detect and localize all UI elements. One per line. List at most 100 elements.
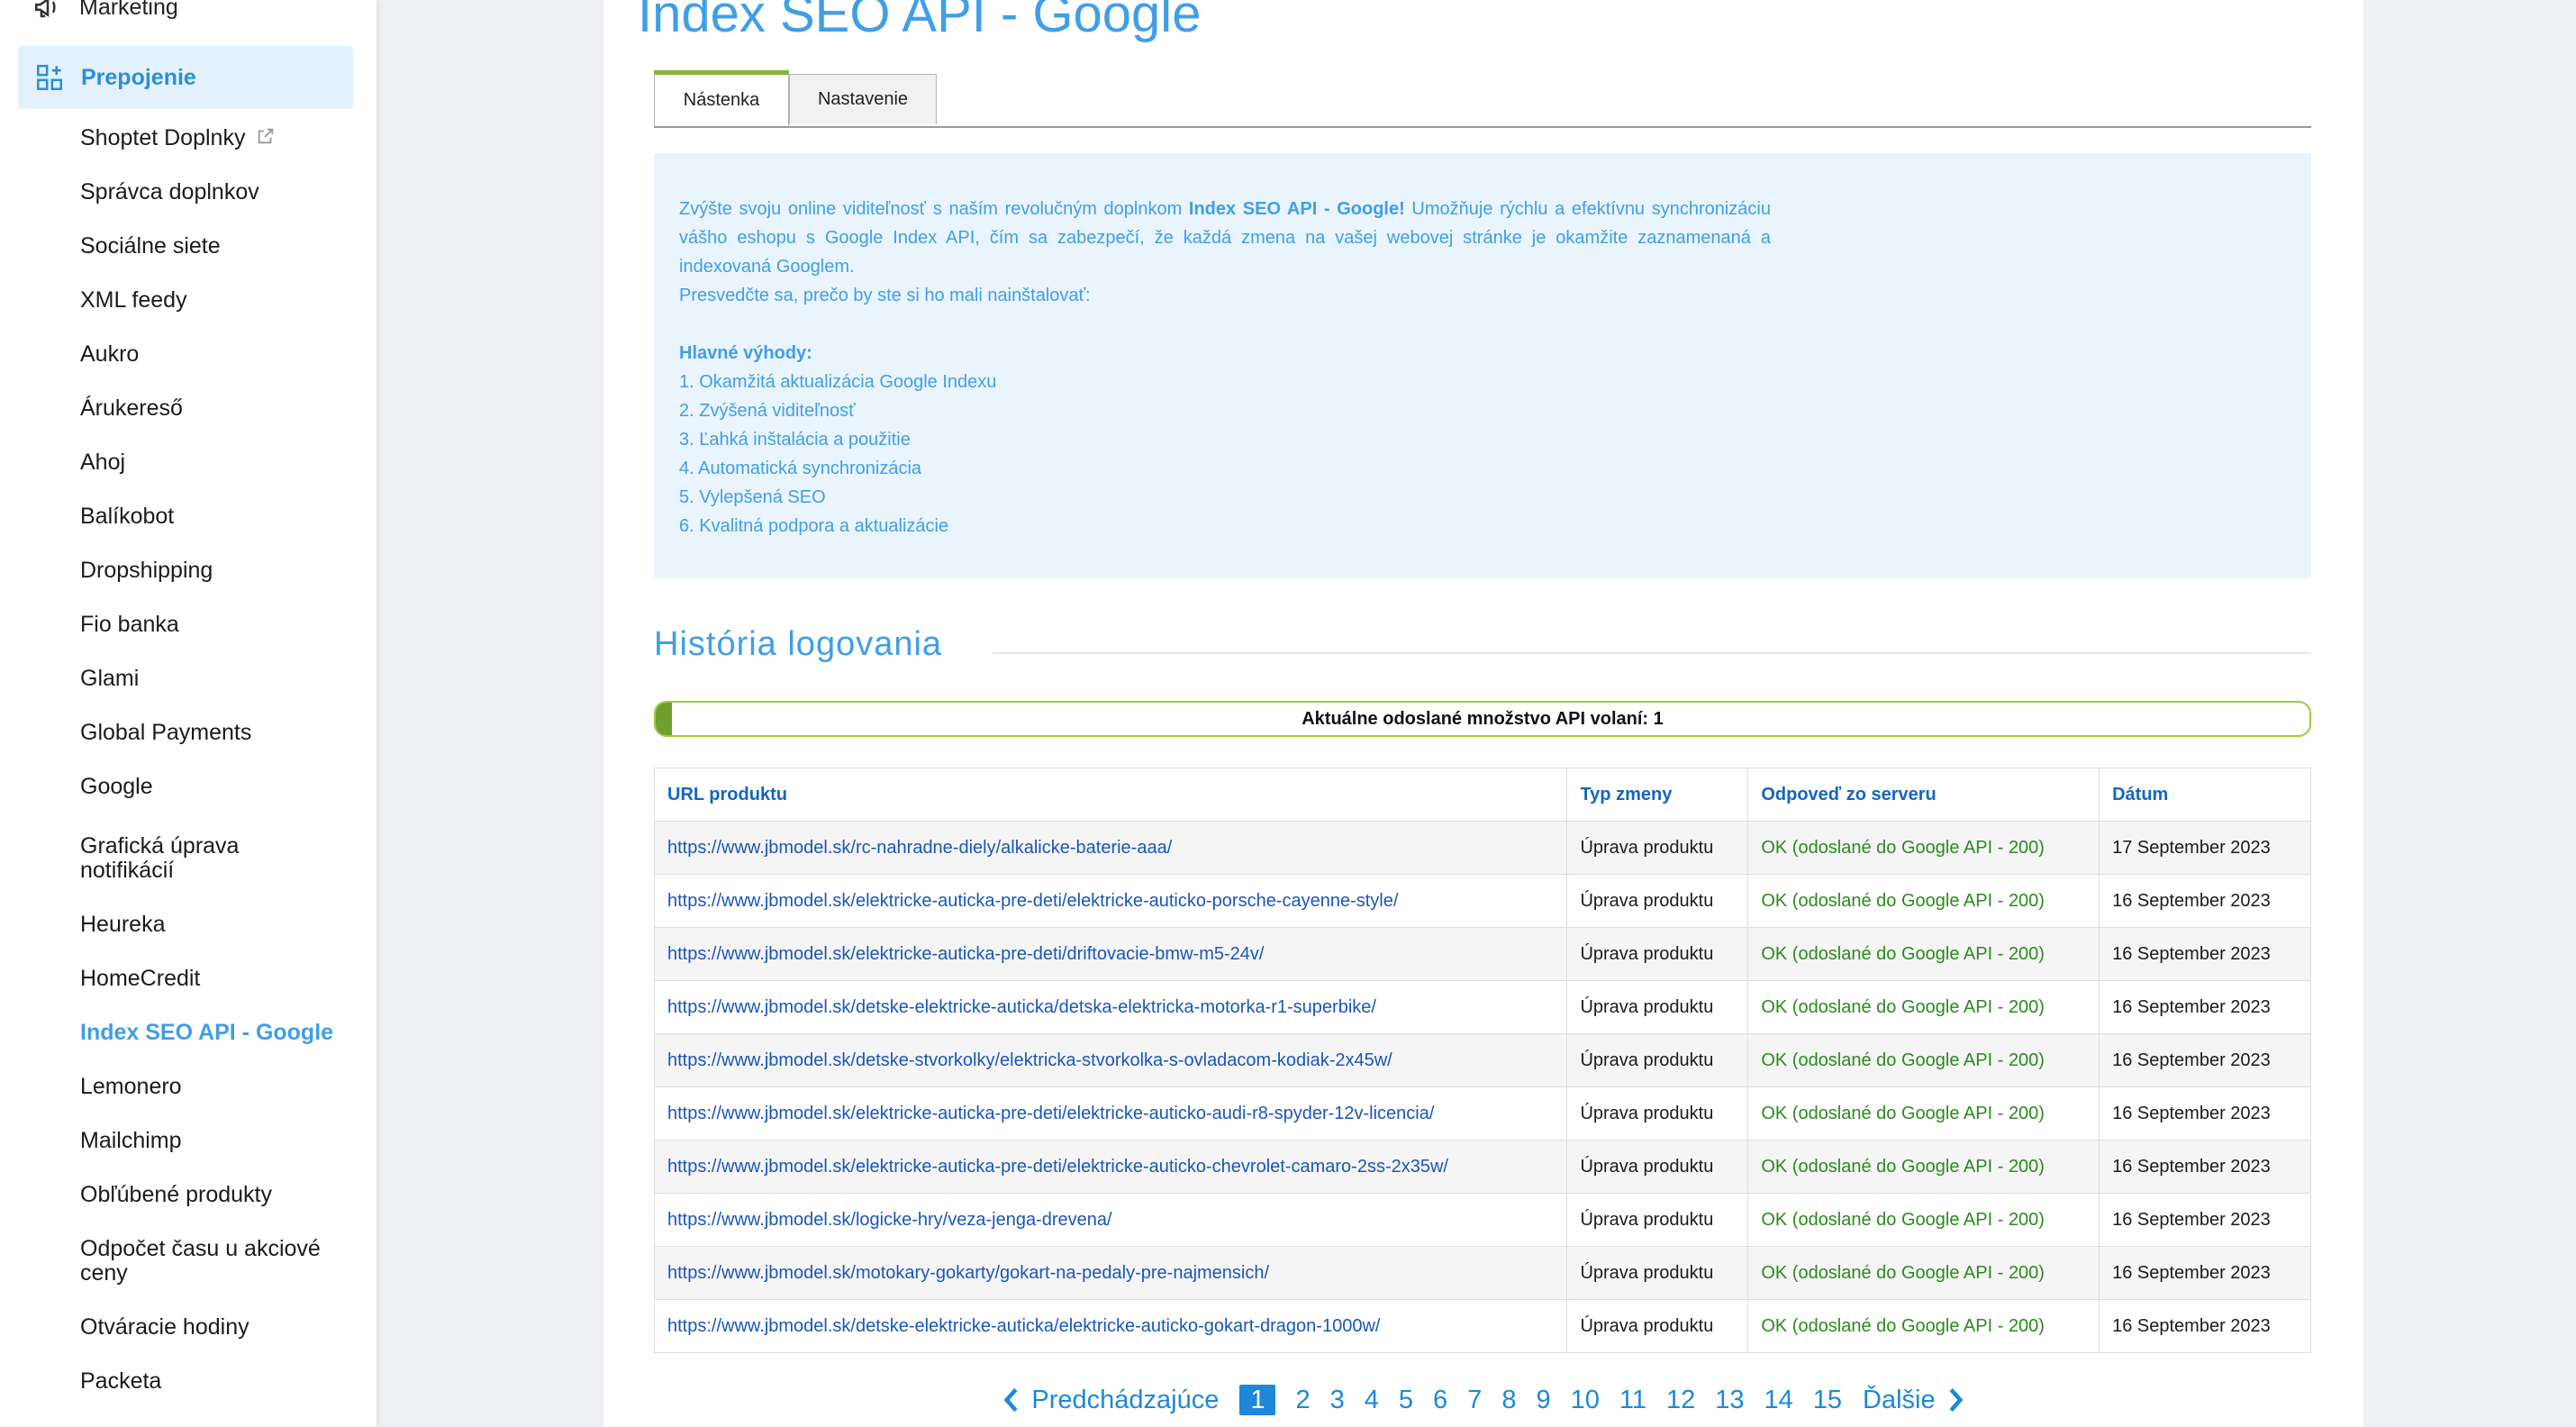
table-row: https://www.jbmodel.sk/motokary-gokarty/… [653,1246,2311,1300]
server-response: OK (odoslané do Google API - 200) [1747,980,2100,1034]
col-header-type[interactable]: Typ zmeny [1566,768,1749,822]
log-table: URL produktu Typ zmeny Odpoveď zo server… [653,768,2311,1353]
page-5[interactable]: 5 [1399,1386,1413,1415]
product-url-link[interactable]: https://www.jbmodel.sk/elektricke-autick… [653,1086,1568,1141]
sidebar-item-label: Shoptet Doplnky [80,125,246,150]
page-1[interactable]: 1 [1239,1385,1276,1415]
sidebar-item-packeta[interactable]: Packeta [80,1369,350,1394]
sidebar-item-glami[interactable]: Glami [80,667,350,691]
server-response: OK (odoslané do Google API - 200) [1747,1299,2100,1353]
sidebar-item-dropshipping[interactable]: Dropshipping [80,559,350,583]
intro-question: Presvedčte sa, prečo by ste si ho mali n… [679,286,1091,305]
product-url-link[interactable]: https://www.jbmodel.sk/rc-nahradne-diely… [653,821,1568,875]
product-url-link[interactable]: https://www.jbmodel.sk/detske-stvorkolky… [653,1033,1568,1087]
sidebar-item-homecredit[interactable]: HomeCredit [80,967,350,991]
sidebar-item-global-payments[interactable]: Global Payments [80,721,350,745]
log-section-title: História logovania [654,625,970,664]
product-url-link[interactable]: https://www.jbmodel.sk/elektricke-autick… [653,1140,1568,1194]
log-section-header: História logovania [654,622,2311,676]
page-4[interactable]: 4 [1365,1386,1379,1415]
col-header-url[interactable]: URL produktu [653,768,1568,822]
page-11[interactable]: 11 [1619,1386,1646,1415]
sidebar-item-google[interactable]: Google [80,775,350,799]
change-type: Úprava produktu [1566,1193,1749,1247]
prev-page-button[interactable]: Predchádzajúce [1002,1386,1219,1415]
sidebar-item-marketing[interactable]: Marketing [32,0,178,25]
product-url-link[interactable]: https://www.jbmodel.sk/elektricke-autick… [653,874,1568,928]
benefit-item: 4. Automatická synchronizácia [679,459,922,478]
product-url-link[interactable]: https://www.jbmodel.sk/detske-elektricke… [653,1299,1568,1353]
sidebar-section-label: Prepojenie [81,64,196,90]
sidebar-item-odpocet-casu[interactable]: Odpočet času u akciové ceny [80,1237,341,1286]
sidebar-item-balikobot[interactable]: Balíkobot [80,504,350,529]
change-type: Úprava produktu [1566,980,1749,1034]
sidebar-item-lemonero[interactable]: Lemonero [80,1075,350,1099]
page-7[interactable]: 7 [1467,1386,1482,1415]
sidebar-item-aukro[interactable]: Aukro [80,342,350,367]
log-date: 16 September 2023 [2099,1140,2311,1194]
sidebar-item-heureka[interactable]: Heureka [80,913,350,937]
benefits-title: Hlavné výhody: [679,339,1771,368]
benefit-item: 1. Okamžitá aktualizácia Google Indexu [679,372,997,392]
megaphone-icon [34,0,56,18]
table-row: https://www.jbmodel.sk/elektricke-autick… [653,1086,2311,1141]
next-page-button[interactable]: Ďalšie [1863,1386,1964,1415]
product-url-link[interactable]: https://www.jbmodel.sk/detske-elektricke… [653,980,1568,1034]
page-15[interactable]: 15 [1813,1386,1842,1415]
table-row: https://www.jbmodel.sk/detske-stvorkolky… [653,1033,2311,1087]
change-type: Úprava produktu [1566,874,1749,928]
product-url-link[interactable]: https://www.jbmodel.sk/elektricke-autick… [653,927,1568,981]
table-row: https://www.jbmodel.sk/detske-elektricke… [653,980,2311,1034]
page-10[interactable]: 10 [1571,1386,1600,1415]
page-2[interactable]: 2 [1295,1386,1310,1415]
log-date: 16 September 2023 [2099,874,2311,928]
page-3[interactable]: 3 [1330,1386,1345,1415]
server-response: OK (odoslané do Google API - 200) [1747,821,2100,875]
sidebar-item-ahoj[interactable]: Ahoj [80,450,350,475]
log-date: 16 September 2023 [2099,1086,2311,1141]
page-14[interactable]: 14 [1764,1386,1793,1415]
tab-nastavenie[interactable]: Nastavenie [789,74,937,124]
sidebar-item-shoptet-doplnky[interactable]: Shoptet Doplnky [80,126,350,151]
server-response: OK (odoslané do Google API - 200) [1747,1193,2100,1247]
intro-product-name: Index SEO API - Google! [1188,199,1405,219]
sidebar-item-graficka-uprava[interactable]: Grafická úprava notifikácií [80,834,305,883]
table-row: https://www.jbmodel.sk/logicke-hry/veza-… [653,1193,2311,1247]
page-title: Index SEO API - Google [638,0,1202,43]
log-date: 17 September 2023 [2099,821,2311,875]
sidebar-item-oblubene-produkty[interactable]: Obľúbené produkty [80,1183,350,1207]
log-date: 16 September 2023 [2099,1033,2311,1087]
sidebar-item-xml-feedy[interactable]: XML feedy [80,288,350,313]
sidebar-item-spravca-doplnkov[interactable]: Správca doplnkov [80,180,350,205]
log-date: 16 September 2023 [2099,927,2311,981]
benefit-item: 5. Vylepšená SEO [679,487,826,507]
log-date: 16 September 2023 [2099,1246,2311,1300]
tab-nastenka[interactable]: Nástenka [654,70,789,126]
page-12[interactable]: 12 [1666,1386,1695,1415]
log-date: 16 September 2023 [2099,1299,2311,1353]
server-response: OK (odoslané do Google API - 200) [1747,874,2100,928]
change-type: Úprava produktu [1566,1086,1749,1141]
server-response: OK (odoslané do Google API - 200) [1747,927,2100,981]
col-header-response[interactable]: Odpoveď zo serveru [1747,768,2100,822]
page-8[interactable]: 8 [1501,1386,1516,1415]
benefit-item: 2. Zvýšená viditeľnosť [679,401,856,421]
page-9[interactable]: 9 [1536,1386,1550,1415]
external-link-icon [256,126,276,151]
sidebar-section-prepojenie[interactable]: Prepojenie [18,46,353,109]
sidebar-item-index-seo-api[interactable]: Index SEO API - Google [80,1021,350,1045]
product-url-link[interactable]: https://www.jbmodel.sk/motokary-gokarty/… [653,1246,1568,1300]
sidebar-item-arukereso[interactable]: Árukereső [80,396,350,421]
page-13[interactable]: 13 [1715,1386,1744,1415]
page-6[interactable]: 6 [1433,1386,1447,1415]
table-row: https://www.jbmodel.sk/detske-elektricke… [653,1299,2311,1353]
sidebar-item-mailchimp[interactable]: Mailchimp [80,1129,350,1153]
sidebar-item-socialne-siete[interactable]: Sociálne siete [80,234,350,259]
sidebar-item-fio-banka[interactable]: Fio banka [80,613,350,637]
chevron-right-icon [1949,1388,1964,1412]
sidebar-item-otvaracie-hodiny[interactable]: Otváracie hodiny [80,1315,350,1340]
sidebar: Marketing Prepojenie Shoptet Doplnky Spr… [0,0,376,1427]
benefit-item: 3. Ľahká inštalácia a použitie [679,430,911,450]
product-url-link[interactable]: https://www.jbmodel.sk/logicke-hry/veza-… [653,1193,1568,1247]
col-header-date[interactable]: Dátum [2099,768,2311,822]
